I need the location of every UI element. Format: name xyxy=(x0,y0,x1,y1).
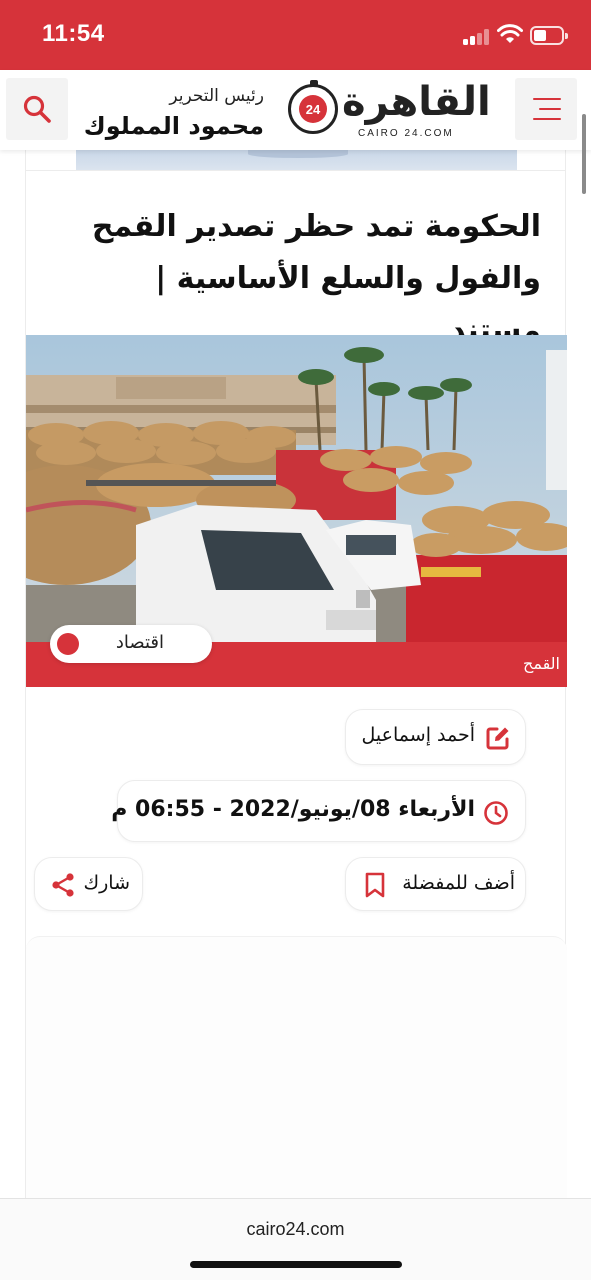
wifi-icon xyxy=(497,24,523,43)
browser-bottom-bar: cairo24.com xyxy=(0,1198,591,1280)
bookmark-icon xyxy=(365,872,385,898)
search-button[interactable] xyxy=(6,78,68,140)
author-name: أحمد إسماعيل xyxy=(361,724,475,746)
category-badge[interactable]: اقتصاد xyxy=(50,625,212,663)
category-label: اقتصاد xyxy=(115,632,164,653)
date-pill: الأربعاء 08/يونيو/2022 - 06:55 م xyxy=(111,780,526,842)
ad-banner[interactable] xyxy=(76,150,517,170)
logo-badge: 24 xyxy=(288,80,338,134)
battery-icon xyxy=(530,26,568,45)
category-dot-icon xyxy=(57,633,79,655)
address-bar[interactable]: cairo24.com xyxy=(0,1219,591,1240)
add-favorite-button[interactable]: أضف للمفضلة xyxy=(345,857,526,911)
share-label: شارك xyxy=(83,872,130,894)
menu-button[interactable] xyxy=(515,78,577,140)
edit-icon xyxy=(486,727,509,750)
home-indicator[interactable] xyxy=(190,1261,402,1268)
editor-name: محمود المملوك xyxy=(83,112,264,140)
cellular-signal-icon xyxy=(463,29,491,45)
author-pill[interactable]: أحمد إسماعيل xyxy=(345,709,526,765)
publish-date: الأربعاء 08/يونيو/2022 - 06:55 م xyxy=(111,797,475,822)
search-icon xyxy=(23,95,51,123)
add-favorite-label: أضف للمفضلة xyxy=(402,872,515,894)
content-placeholder xyxy=(26,936,567,1201)
image-caption: القمح xyxy=(523,654,560,673)
article-image[interactable] xyxy=(26,335,567,642)
article-card: الحكومة تمد حظر تصدير القمح والفول والسل… xyxy=(25,170,567,1201)
site-header: رئيس التحرير محمود المملوك 24 القاهرة CA… xyxy=(0,70,591,150)
scrollbar-thumb[interactable] xyxy=(582,114,586,194)
clock-icon xyxy=(484,801,508,825)
status-time: 11:54 xyxy=(42,20,105,47)
share-icon xyxy=(52,873,74,897)
logo-text: القاهرة xyxy=(342,79,491,125)
share-button[interactable]: شارك xyxy=(34,857,143,911)
status-bar: 11:54 xyxy=(0,0,591,70)
editor-label: رئيس التحرير xyxy=(169,86,264,106)
site-logo[interactable]: 24 القاهرة CAIRO 24.COM xyxy=(286,76,491,146)
logo-subtext: CAIRO 24.COM xyxy=(358,128,454,139)
article-headline: الحكومة تمد حظر تصدير القمح والفول والسل… xyxy=(91,209,541,348)
